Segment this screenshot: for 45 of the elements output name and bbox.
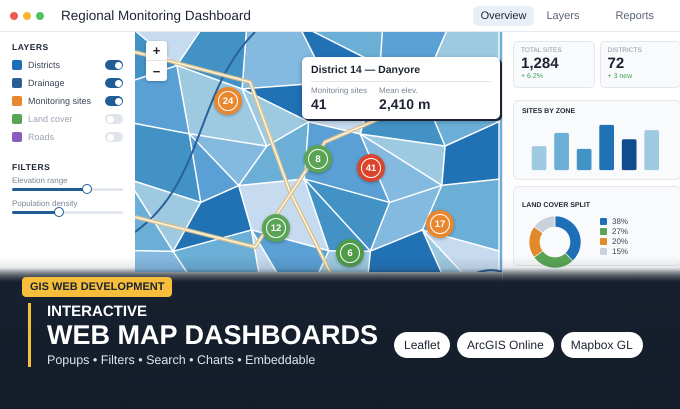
popup-field-value: 41 bbox=[311, 96, 328, 112]
window-maximize-dot[interactable] bbox=[36, 12, 44, 20]
filter-label: Population density bbox=[12, 199, 78, 208]
toggle-switch[interactable] bbox=[105, 114, 123, 124]
toggle-switch[interactable] bbox=[105, 132, 123, 142]
window-minimize-dot[interactable] bbox=[23, 12, 31, 20]
popup-field-label: Monitoring sites bbox=[311, 86, 368, 95]
slider-handle[interactable] bbox=[82, 184, 92, 194]
legend-label: 15% bbox=[612, 247, 628, 256]
section-heading: FILTERS bbox=[12, 162, 52, 172]
technology-pill: Mapbox GL bbox=[560, 332, 643, 358]
banner-headline: WEB MAP DASHBOARDS bbox=[47, 321, 378, 351]
tab[interactable]: Layers bbox=[538, 6, 588, 26]
donut-slice bbox=[554, 216, 582, 262]
toggle-switch[interactable] bbox=[105, 96, 123, 106]
stat-value: 1,284 bbox=[521, 55, 560, 72]
layer-label: Land cover bbox=[28, 114, 74, 124]
filter-label: Elevation range bbox=[12, 176, 69, 185]
technology-pill: ArcGIS Online bbox=[457, 332, 554, 358]
tab[interactable]: Overview bbox=[472, 6, 534, 26]
zoom-in-button[interactable]: + bbox=[146, 41, 167, 61]
popup-title: District 14 — Danyore bbox=[311, 64, 491, 82]
tab[interactable]: Reports bbox=[607, 6, 662, 26]
layer-label: Drainage bbox=[28, 78, 66, 88]
zoom-out-button[interactable]: − bbox=[146, 61, 167, 81]
stat-value: 72 bbox=[608, 55, 626, 72]
layer-label: Districts bbox=[28, 60, 61, 70]
donut-slice bbox=[528, 226, 544, 258]
category-badge: GIS WEB DEVELOPMENT bbox=[22, 277, 172, 297]
slider-handle[interactable] bbox=[54, 207, 64, 217]
layer-label: Roads bbox=[28, 132, 56, 142]
toggle-switch[interactable] bbox=[105, 60, 123, 70]
donut-slice bbox=[534, 216, 556, 234]
banner-kicker: INTERACTIVE bbox=[47, 303, 148, 320]
feature-list: Popups • Filters • Search • Charts • Embeddable bbox=[47, 352, 378, 367]
layer-label: Monitoring sites bbox=[28, 96, 92, 106]
window-title: Regional Monitoring Dashboard bbox=[61, 8, 251, 23]
popup-field-label: Mean elev. bbox=[379, 86, 419, 95]
legend-label: 20% bbox=[612, 237, 628, 246]
section-heading: LAYERS bbox=[12, 42, 50, 52]
popup-field-value: 2,410 m bbox=[379, 96, 430, 112]
toggle-switch[interactable] bbox=[105, 78, 123, 88]
window-close-dot[interactable] bbox=[10, 12, 18, 20]
legend-label: 38% bbox=[612, 217, 628, 226]
legend-label: 27% bbox=[612, 227, 628, 236]
